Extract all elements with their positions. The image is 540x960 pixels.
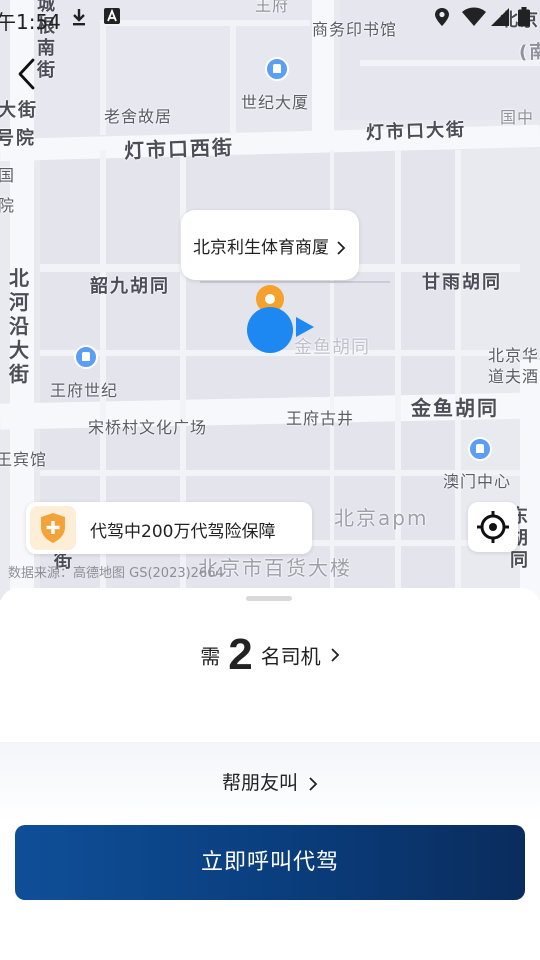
poi-marker-icon[interactable] xyxy=(265,57,289,81)
poi-marker-icon[interactable] xyxy=(74,345,98,369)
chevron-right-icon xyxy=(337,241,346,255)
driver-suffix: 名司机 xyxy=(260,644,321,669)
battery-icon xyxy=(518,7,530,27)
drag-handle[interactable] xyxy=(246,596,292,601)
driver-count: 2 xyxy=(228,630,253,679)
map-label: 道夫酒 xyxy=(488,367,540,386)
map-label: 金鱼胡同 xyxy=(411,396,499,420)
map-label: 王府世纪 xyxy=(50,381,119,400)
map-label: 国 xyxy=(0,166,16,185)
help-friend-label: 帮朋友叫 xyxy=(222,768,318,795)
location-bubble[interactable]: 北京利生体育商厦 xyxy=(181,210,359,280)
map-label: 北河沿大街 xyxy=(9,266,29,386)
help-friend-row[interactable]: 帮朋友叫 xyxy=(0,742,540,822)
location-name: 北京利生体育商厦 xyxy=(193,238,329,258)
status-bar: 下午1:54 xyxy=(0,0,540,36)
crosshair-icon xyxy=(477,511,509,543)
help-friend-text: 帮朋友叫 xyxy=(221,772,298,794)
back-button[interactable] xyxy=(12,56,42,92)
shield-icon xyxy=(30,506,76,550)
poi-marker-icon[interactable] xyxy=(468,437,492,461)
chevron-left-icon xyxy=(18,58,35,90)
map-label: (南 xyxy=(519,42,540,63)
signal-icon xyxy=(491,8,509,26)
heading-arrow-icon xyxy=(296,317,314,337)
map-label: 老舍故居 xyxy=(104,107,173,126)
driver-prefix: 需 xyxy=(200,644,221,669)
map-label: 灯市口大街 xyxy=(365,119,467,144)
map-label: 国中 xyxy=(500,108,535,127)
map-view[interactable]: 王府 商务印书馆 北京 (南 世纪大厦 老舍故居 国中 灯市口西街 灯市口大街 … xyxy=(0,0,540,600)
map-label: 院 xyxy=(0,196,16,215)
map-label: 大街 xyxy=(0,100,38,121)
map-label: 号院 xyxy=(0,128,36,149)
map-credit: 数据来源：高德地图 GS(2023)2664 xyxy=(8,566,224,581)
map-label: 灯市口西街 xyxy=(123,135,235,163)
wifi-icon xyxy=(462,7,486,26)
insurance-banner[interactable]: 代驾中200万代驾险保障 xyxy=(26,502,312,554)
map-label: 韶九胡同 xyxy=(90,276,170,297)
location-icon xyxy=(435,8,449,26)
font-icon xyxy=(104,8,120,24)
map-label: 甘雨胡同 xyxy=(422,272,502,293)
map-label: 王宾馆 xyxy=(0,450,48,469)
status-time: 下午1:54 xyxy=(0,10,61,34)
current-location-dot xyxy=(247,307,293,353)
map-label: 北京apm xyxy=(334,506,429,530)
insurance-text: 代驾中200万代驾险保障 xyxy=(90,522,276,542)
chevron-right-icon xyxy=(331,648,340,662)
call-driver-button[interactable]: 立即呼叫代驾 xyxy=(15,825,525,900)
map-label: 澳门中心 xyxy=(443,472,512,491)
map-label: 王府古井 xyxy=(286,409,355,428)
chevron-right-icon xyxy=(309,776,318,791)
driver-count-selector[interactable]: 需 2 名司机 xyxy=(0,630,540,690)
download-icon xyxy=(73,9,85,26)
bottom-sheet: 需 2 名司机 帮朋友叫 立即呼叫代驾 xyxy=(0,588,540,960)
locate-me-button[interactable] xyxy=(468,502,518,552)
map-label: 宋桥村文化广场 xyxy=(88,418,208,437)
map-label: 世纪大厦 xyxy=(241,93,310,112)
